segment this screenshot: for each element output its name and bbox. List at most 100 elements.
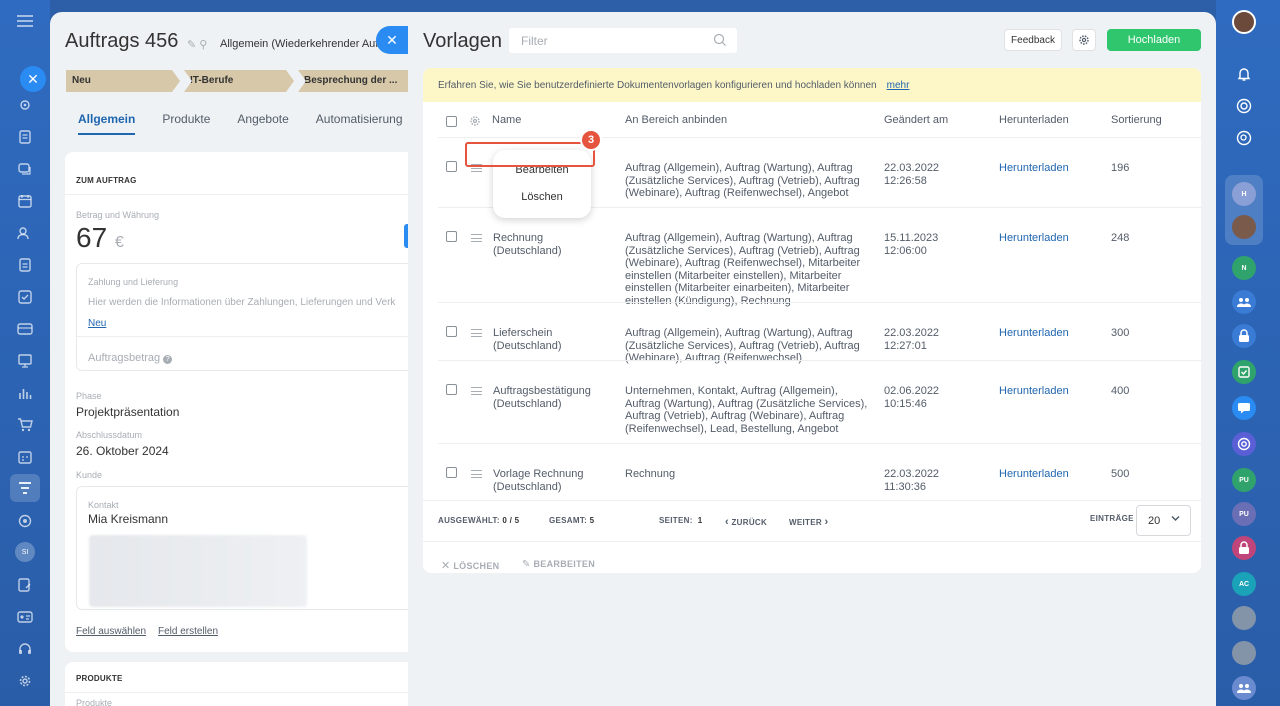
chat-avatar-n[interactable]: N [1232,256,1256,280]
target-icon[interactable] [14,510,36,532]
settings-gear-icon[interactable] [14,94,36,116]
cart-icon[interactable] [14,414,36,436]
row-download-link[interactable]: Herunterladen [999,468,1069,481]
prev-page-button[interactable]: ‹ ZURÜCK [725,516,767,528]
feedback-button[interactable]: Feedback [1004,29,1062,51]
chat-avatar-photo-2[interactable] [1232,606,1256,630]
row-name[interactable]: Auftragsbestätigung (Deutschland) [493,385,603,410]
select-field-link[interactable]: Feld auswählen [76,626,146,637]
column-header-changed[interactable]: Geändert am [884,114,948,126]
user-avatar-si[interactable]: SI [15,542,35,562]
row-name[interactable]: Vorlage Rechnung (Deutschland) [493,468,603,493]
id-card-icon[interactable] [14,606,36,628]
search-chat-icon[interactable] [1232,126,1256,150]
message-icon[interactable] [1232,396,1256,420]
create-field-link[interactable]: Feld erstellen [158,626,218,637]
row-checkbox[interactable] [446,161,457,172]
row-changed: 22.03.2022 12:26:58 [884,162,940,187]
row-checkbox[interactable] [446,467,457,478]
chat-avatar-pu-2[interactable]: PU [1232,502,1256,526]
row-checkbox[interactable] [446,384,457,395]
lock-chat-icon[interactable] [1232,536,1256,560]
chat-avatar-pu-1[interactable]: PU [1232,468,1256,492]
column-header-name[interactable]: Name [492,114,521,126]
phase-label: Phase [76,391,102,401]
bell-icon[interactable] [1232,62,1256,86]
tab-products[interactable]: Produkte [162,112,210,135]
row-checkbox[interactable] [446,326,457,337]
deal-card-background: Auftrags 456 ✎ ⚲ Allgemein (Wiederkehren… [50,12,420,706]
page-title: Vorlagen [423,30,502,52]
document-icon[interactable] [14,126,36,148]
drag-handle-icon[interactable] [471,234,482,242]
contacts-icon[interactable] [14,222,36,244]
menu-item-delete[interactable]: Löschen [493,191,591,203]
stage-meeting[interactable]: Besprechung der ... [298,70,418,92]
chat-avatar-photo-3[interactable] [1232,641,1256,665]
tab-automation[interactable]: Automatisierung [316,112,403,135]
contact-label: Kontakt [88,500,119,510]
deal-stages: Neu IT-Berufe Besprechung der ... [66,70,420,92]
drag-handle-icon[interactable] [471,387,482,395]
file-icon[interactable] [14,254,36,276]
info-more-link[interactable]: mehr [887,80,910,91]
chat-avatar-photo[interactable] [1232,215,1256,239]
filter-icon[interactable] [14,477,36,499]
stage-new[interactable]: Neu [66,70,180,92]
edit-action[interactable]: ✎ BEARBEITEN [522,559,595,570]
menu-icon[interactable] [14,10,36,32]
row-download-link[interactable]: Herunterladen [999,327,1069,340]
edit-document-icon[interactable] [14,574,36,596]
select-all-checkbox[interactable] [446,116,457,127]
schedule-icon[interactable] [14,446,36,468]
contact-value[interactable]: Mia Kreismann [88,512,168,526]
row-checkbox[interactable] [446,231,457,242]
row-name[interactable]: Lieferschein (Deutschland) [493,327,603,352]
row-download-link[interactable]: Herunterladen [999,162,1069,175]
chat-icon[interactable] [14,158,36,180]
row-download-link[interactable]: Herunterladen [999,232,1069,245]
card-icon[interactable] [14,318,36,340]
analytics-icon[interactable] [14,382,36,404]
chat-avatar-ac[interactable]: AC [1232,572,1256,596]
left-sidebar: ✕ SI [0,0,50,706]
calendar-icon[interactable] [14,190,36,212]
gear-icon[interactable] [14,670,36,692]
column-header-area[interactable]: An Bereich anbinden [625,114,727,126]
task-check-icon[interactable] [14,286,36,308]
column-header-sort[interactable]: Sortierung [1111,114,1162,126]
next-page-button[interactable]: WEITER › [789,516,828,528]
chat-avatar-h[interactable]: H [1232,182,1256,206]
order-amount-label: Auftragsbetrag ? [88,352,173,364]
tab-quotes[interactable]: Angebote [237,112,288,135]
upload-button[interactable]: Hochladen [1107,29,1201,51]
settings-button[interactable] [1072,29,1096,51]
group-icon[interactable] [1232,290,1256,314]
entries-select[interactable]: 20 [1136,505,1191,536]
payment-new-link[interactable]: Neu [88,318,106,329]
row-name[interactable]: Rechnung (Deutschland) [493,232,603,257]
column-header-download[interactable]: Herunterladen [999,114,1069,126]
row-area: Unternehmen, Kontakt, Auftrag (Allgemein… [625,385,868,435]
stage-it-jobs[interactable]: IT-Berufe [184,70,294,92]
column-settings-gear-icon[interactable] [469,115,481,127]
row-download-link[interactable]: Herunterladen [999,385,1069,398]
phase-value: Projektpräsentation [76,405,180,419]
presentation-icon[interactable] [14,350,36,372]
target-icon[interactable] [1232,432,1256,456]
tab-general[interactable]: Allgemein [78,112,136,135]
edit-pencil-icon[interactable]: ✎ ⚲ [187,38,207,51]
drag-handle-icon[interactable] [471,470,482,478]
headset-icon[interactable] [14,638,36,660]
user-avatar[interactable] [1232,10,1256,34]
close-icon[interactable]: ✕ [20,66,46,92]
pulse-icon[interactable] [1232,94,1256,118]
filter-input[interactable] [509,28,737,53]
close-slider-button[interactable]: ✕ [376,26,408,54]
group-chat-icon[interactable] [1232,676,1256,700]
lock-icon[interactable] [1232,324,1256,348]
drag-handle-icon[interactable] [471,329,482,337]
customer-label: Kunde [76,470,103,480]
delete-action[interactable]: ✕ LÖSCHEN [441,559,499,572]
task-icon[interactable] [1232,360,1256,384]
